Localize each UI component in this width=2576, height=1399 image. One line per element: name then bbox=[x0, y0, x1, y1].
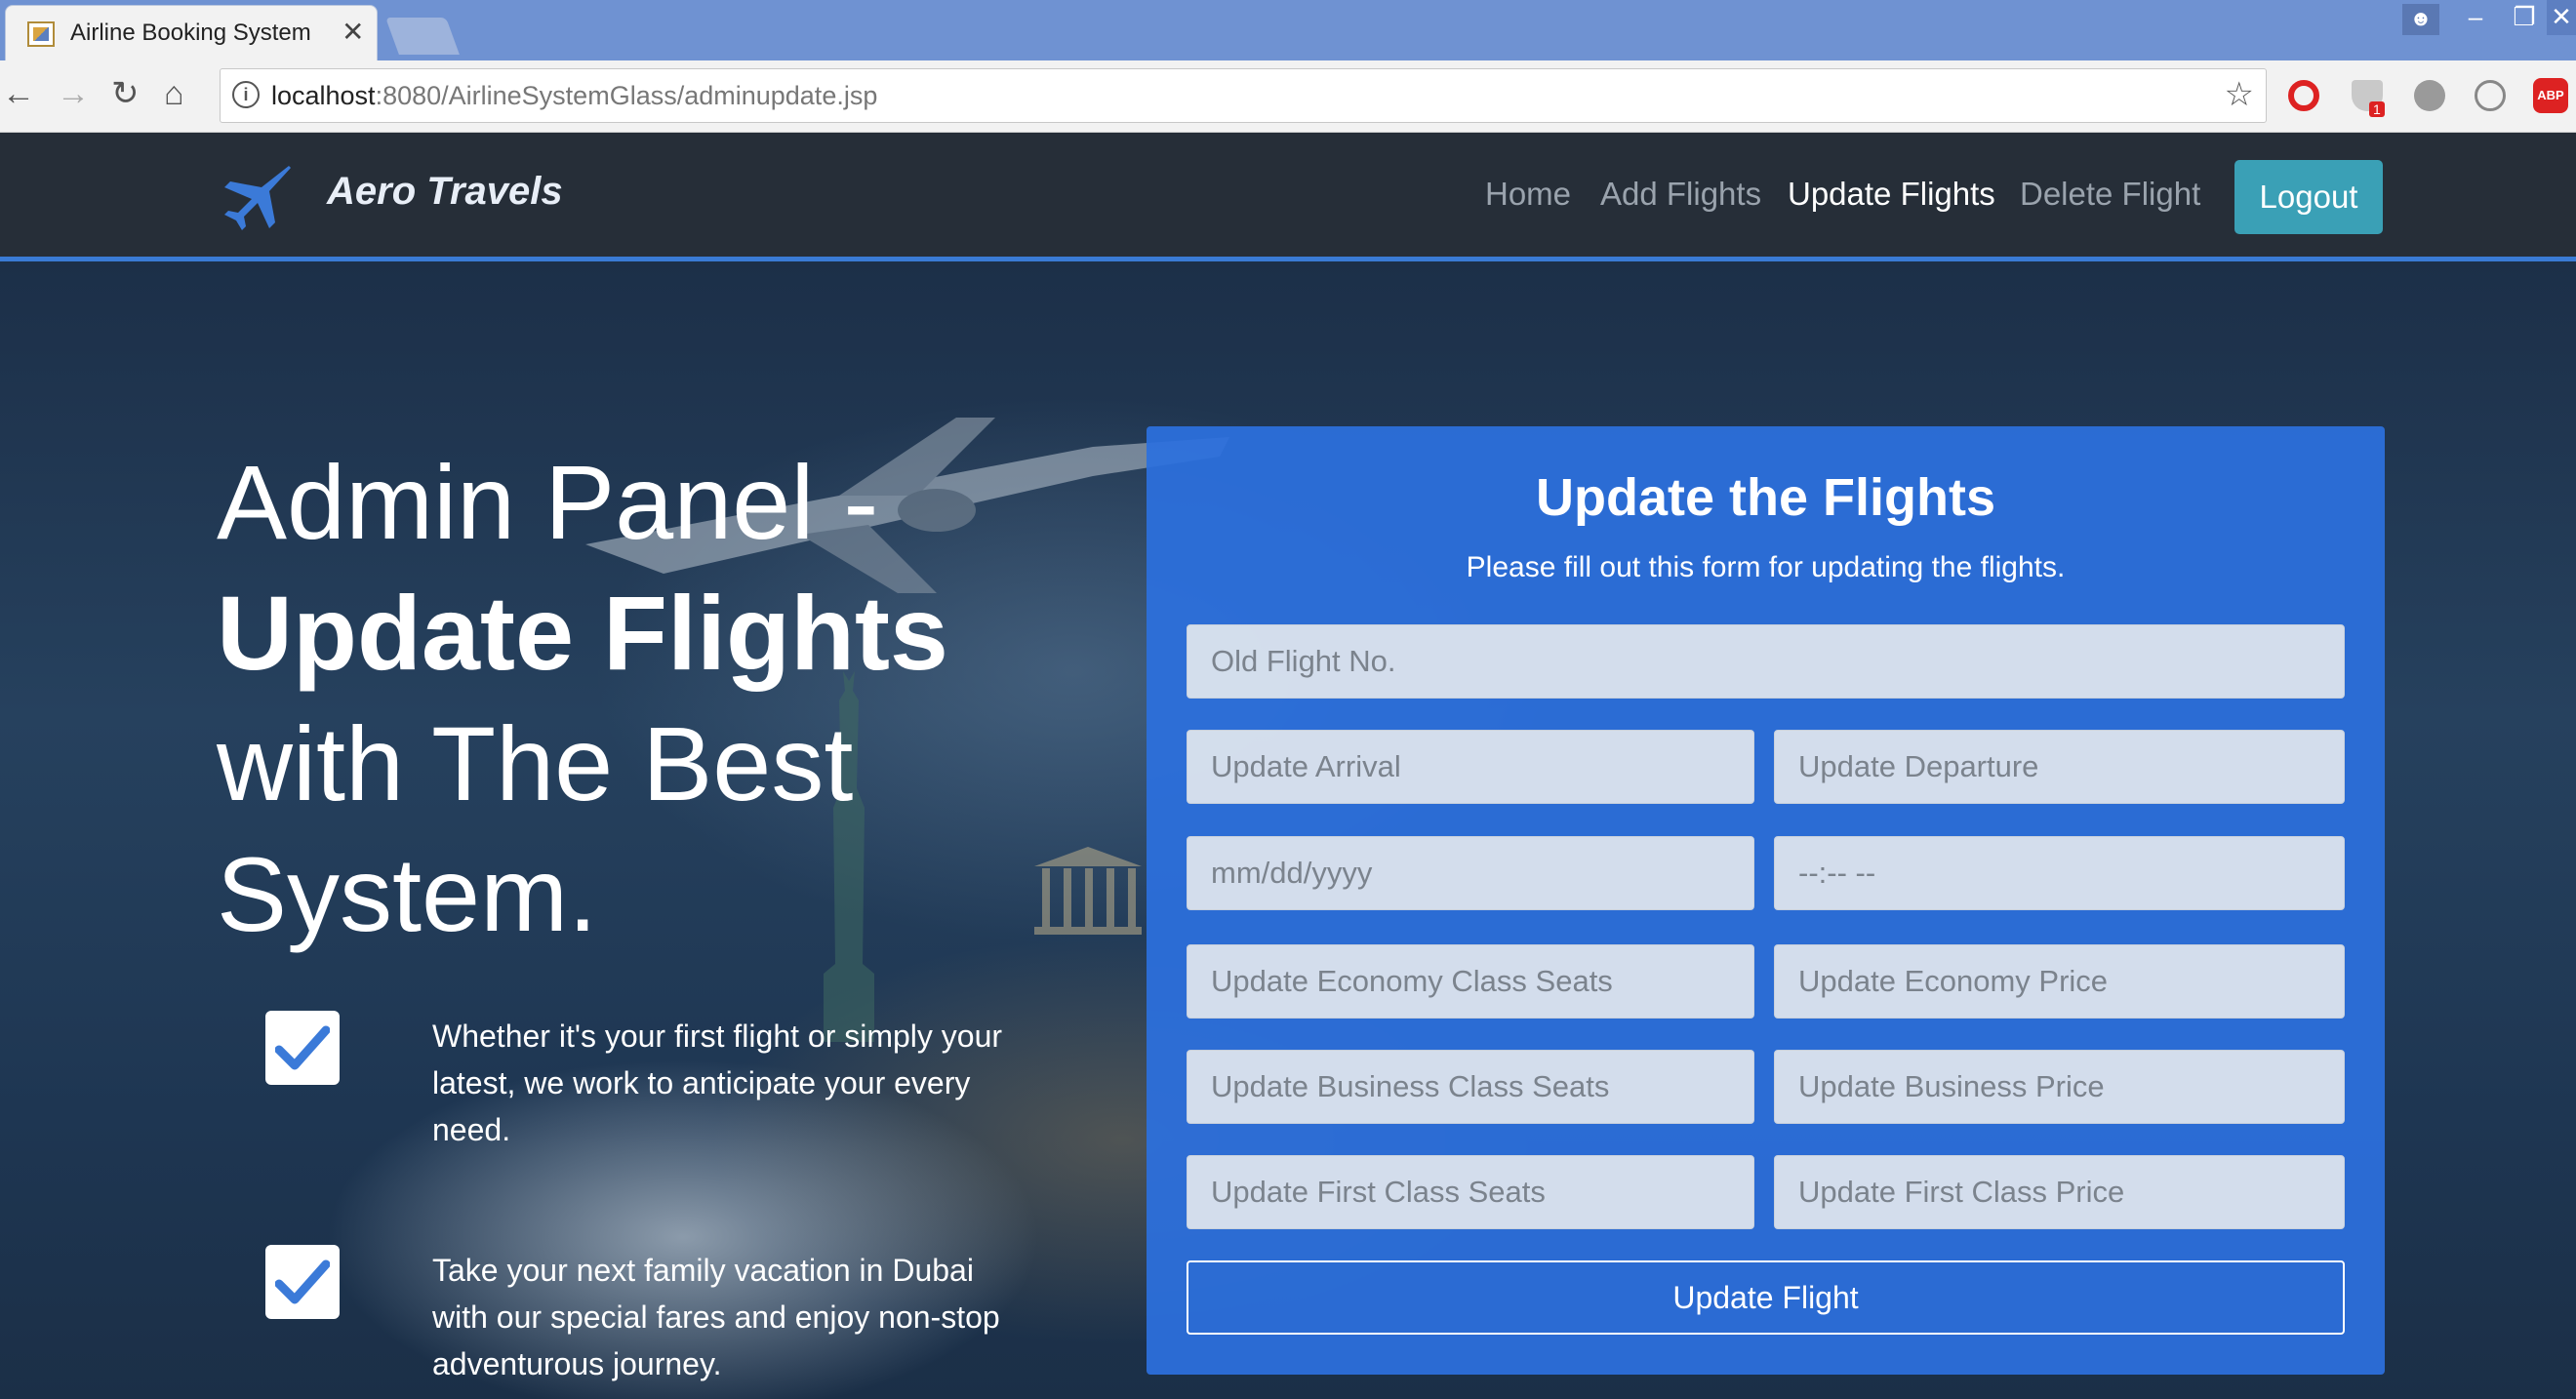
tab-close-icon[interactable]: ✕ bbox=[342, 16, 364, 48]
forward-icon[interactable]: → bbox=[57, 76, 90, 111]
close-window-icon[interactable]: ✕ bbox=[2547, 0, 2576, 35]
puzzle-extension-icon[interactable] bbox=[2414, 80, 2445, 111]
site-info-icon[interactable]: i bbox=[232, 81, 260, 108]
favicon-icon bbox=[27, 21, 55, 47]
arrival-input[interactable] bbox=[1187, 730, 1754, 804]
hero-heading-line3: with The Best bbox=[217, 704, 854, 822]
back-icon[interactable]: ← bbox=[2, 76, 35, 111]
hero-heading-line1: Admin Panel - bbox=[217, 443, 879, 561]
site-navbar: Aero Travels Home Add Flights Update Fli… bbox=[0, 133, 2576, 261]
adblock-extension-icon[interactable]: ABP bbox=[2533, 78, 2568, 113]
form-title: Update the Flights bbox=[1536, 468, 1995, 527]
nav-delete-flight-link[interactable]: Delete Flight bbox=[2020, 176, 2200, 213]
form-subtitle: Please fill out this form for updating t… bbox=[1466, 551, 2066, 583]
nav-add-flights-link[interactable]: Add Flights bbox=[1600, 176, 1761, 213]
first-class-price-input[interactable] bbox=[1774, 1155, 2345, 1229]
reload-icon[interactable]: ↻ bbox=[111, 76, 140, 111]
time-input[interactable] bbox=[1774, 836, 2345, 910]
nav-update-flights-link[interactable]: Update Flights bbox=[1788, 176, 1995, 213]
feature-text-2: Take your next family vacation in Dubai … bbox=[432, 1253, 1000, 1381]
feature-checkbox-2 bbox=[265, 1245, 340, 1319]
address-bar[interactable]: i localhost:8080/AirlineSystemGlass/admi… bbox=[220, 68, 2267, 123]
bookmark-star-icon[interactable]: ☆ bbox=[2225, 75, 2254, 114]
economy-seats-input[interactable] bbox=[1187, 944, 1754, 1019]
departure-input[interactable] bbox=[1774, 730, 2345, 804]
feature-text-1: Whether it's your first flight or simply… bbox=[432, 1019, 1003, 1147]
tab-title: Airline Booking System bbox=[70, 20, 311, 46]
date-input[interactable] bbox=[1187, 836, 1754, 910]
hero-heading-line2: Update Flights bbox=[217, 574, 948, 692]
home-icon[interactable]: ⌂ bbox=[164, 76, 184, 111]
brand-name[interactable]: Aero Travels bbox=[327, 170, 563, 214]
new-tab-button[interactable] bbox=[385, 18, 460, 55]
url-text: localhost:8080/AirlineSystemGlass/adminu… bbox=[271, 81, 878, 110]
extension-badge: 1 bbox=[2369, 101, 2385, 117]
smiley-extension-icon[interactable] bbox=[2475, 80, 2506, 111]
update-flight-button[interactable]: Update Flight bbox=[1187, 1260, 2345, 1335]
business-seats-input[interactable] bbox=[1187, 1050, 1754, 1124]
opera-extension-icon[interactable] bbox=[2288, 80, 2319, 111]
checkmark-icon bbox=[275, 1025, 330, 1070]
logout-button[interactable]: Logout bbox=[2234, 160, 2383, 234]
browser-tab-strip: Airline Booking System ✕ ☻ – ❐ ✕ bbox=[0, 0, 2576, 60]
minimize-window-icon[interactable]: – bbox=[2451, 0, 2500, 35]
hero-heading-line4: System. bbox=[217, 835, 598, 953]
first-class-seats-input[interactable] bbox=[1187, 1155, 1754, 1229]
business-price-input[interactable] bbox=[1774, 1050, 2345, 1124]
update-flight-form-panel: Update the Flights Please fill out this … bbox=[1147, 426, 2385, 1375]
browser-tab-active[interactable]: Airline Booking System ✕ bbox=[5, 5, 378, 60]
airplane-icon bbox=[224, 166, 291, 230]
feature-checkbox-1 bbox=[265, 1011, 340, 1085]
checkmark-icon bbox=[275, 1259, 330, 1304]
hero-heading: Admin Panel - Update Flights with The Be… bbox=[217, 437, 1095, 960]
address-toolbar: ← → ↻ ⌂ i localhost:8080/AirlineSystemGl… bbox=[0, 60, 2576, 133]
old-flight-number-input[interactable] bbox=[1187, 624, 2345, 699]
restore-window-icon[interactable]: ❐ bbox=[2500, 0, 2549, 35]
user-profile-icon[interactable]: ☻ bbox=[2402, 4, 2439, 35]
economy-price-input[interactable] bbox=[1774, 944, 2345, 1019]
nav-home-link[interactable]: Home bbox=[1485, 176, 1571, 213]
